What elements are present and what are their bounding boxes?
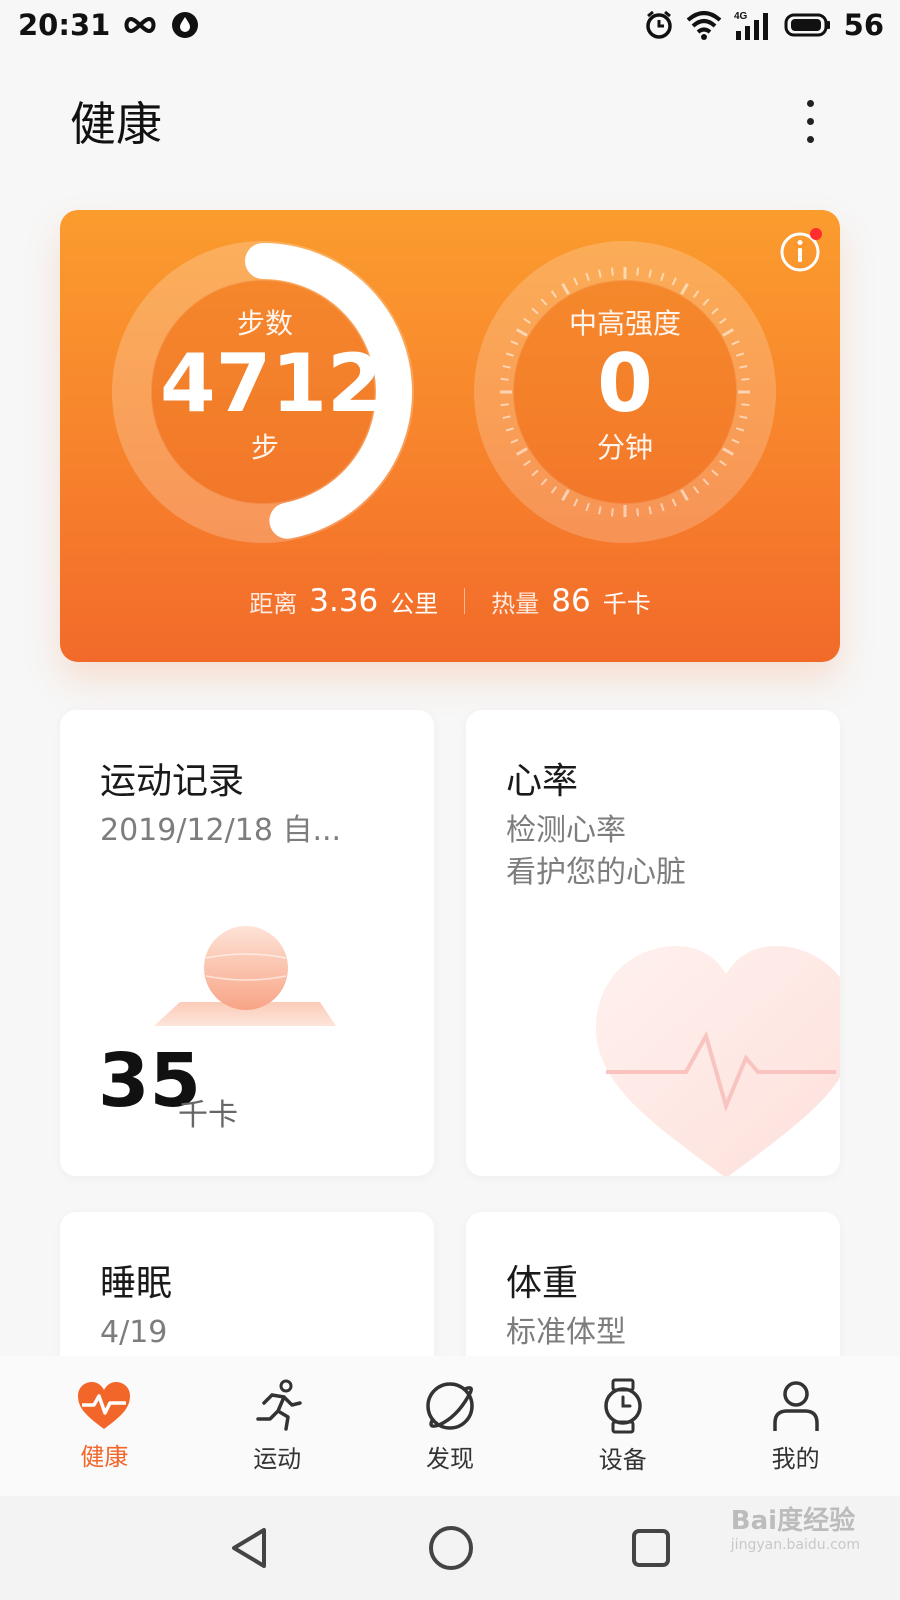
- person-icon: [772, 1380, 819, 1431]
- heart-rate-line-2: 看护您的心脏: [506, 855, 686, 890]
- calories-unit: 千卡: [602, 589, 651, 618]
- footer-divider: [464, 588, 466, 614]
- distance-value: 3.36: [309, 583, 379, 619]
- tab-health[interactable]: 健康: [29, 1381, 179, 1472]
- notification-dot: [810, 228, 822, 240]
- weight-title: 体重: [506, 1263, 579, 1304]
- steps-label: 步数: [236, 307, 293, 340]
- status-bar: 20:31 4G 56: [0, 0, 900, 50]
- recents-square-icon[interactable]: [628, 1525, 674, 1571]
- tab-label: 运动: [253, 1444, 302, 1473]
- sleep-title: 睡眠: [100, 1263, 173, 1304]
- tab-label: 发现: [425, 1444, 474, 1473]
- more-options-button[interactable]: [790, 91, 830, 151]
- distance-label: 距离: [249, 589, 298, 618]
- steps-ring-text: 步数 4712 步: [160, 302, 383, 466]
- status-left: 20:31: [18, 8, 200, 42]
- home-circle-icon[interactable]: [425, 1522, 477, 1574]
- exercise-calorie-unit: 千卡: [178, 1098, 238, 1133]
- exercise-subtitle: 2019/12/18 自...: [100, 813, 342, 848]
- alarm-icon: [645, 10, 672, 39]
- calories-label: 热量: [491, 589, 540, 618]
- watermark-brand: Bai度经验: [730, 1506, 856, 1536]
- bottom-tab-bar: 健康 运动 发现 设备 我的: [0, 1356, 900, 1496]
- heart-rate-line-1: 检测心率: [506, 813, 626, 848]
- heart-pulse-icon: [78, 1381, 131, 1429]
- app-notification-icon: [172, 12, 199, 38]
- exercise-ball-illustration: [154, 926, 336, 1026]
- signal-4g-icon: 4G: [734, 11, 768, 40]
- tab-label: 我的: [771, 1444, 820, 1473]
- infinity-icon: [124, 16, 156, 34]
- watermark-url: jingyan.baidu.com: [730, 1537, 860, 1553]
- dial-tick: [610, 508, 614, 517]
- intensity-label: 中高强度: [568, 307, 681, 340]
- page-title: 健康: [70, 97, 162, 151]
- running-icon: [256, 1379, 302, 1431]
- exercise-record-card[interactable]: 运动记录 2019/12/18 自... 35 千卡: [60, 710, 434, 1176]
- heart-rate-description: 检测心率 看护您的心脏: [506, 810, 686, 894]
- heart-rate-title: 心率: [506, 761, 579, 802]
- more-dot: [806, 99, 814, 107]
- weight-subtitle: 标准体型: [506, 1315, 626, 1350]
- status-time: 20:31: [18, 8, 111, 42]
- dial-tick: [741, 377, 750, 381]
- intensity-value: 0: [597, 337, 653, 430]
- dial-tick: [610, 267, 614, 276]
- tab-devices[interactable]: 设备: [548, 1378, 698, 1475]
- app-header: 健康: [0, 78, 900, 164]
- calories-value: 86: [551, 583, 591, 619]
- activity-summary-card[interactable]: 步数 4712 步 中高强度 0 分钟 距离 3.36 公里 热量 86 千卡: [60, 210, 840, 662]
- planet-icon: [426, 1381, 474, 1430]
- battery-level: 56: [843, 8, 884, 42]
- status-right: 4G 56: [644, 8, 884, 42]
- distance-unit: 公里: [390, 589, 439, 618]
- tab-me[interactable]: 我的: [721, 1379, 871, 1474]
- more-dot: [806, 117, 814, 125]
- dial-tick: [741, 403, 750, 407]
- dial-tick: [500, 377, 509, 381]
- tab-exercise[interactable]: 运动: [202, 1379, 352, 1474]
- tab-label: 设备: [598, 1445, 647, 1474]
- dial-tick: [636, 508, 640, 517]
- exercise-title: 运动记录: [100, 761, 245, 802]
- steps-unit: 步: [250, 431, 279, 464]
- steps-value: 4712: [160, 337, 383, 430]
- heart-illustration: [596, 946, 840, 1176]
- watermark: Bai度经验 jingyan.baidu.com: [731, 1500, 860, 1553]
- heart-rate-card[interactable]: 心率 检测心率 看护您的心脏: [466, 710, 840, 1176]
- tab-discover[interactable]: 发现: [375, 1379, 525, 1474]
- sleep-subtitle: 4/19: [100, 1315, 168, 1350]
- back-triangle-icon[interactable]: [226, 1524, 274, 1572]
- dial-tick: [500, 403, 509, 407]
- battery-icon: [784, 13, 830, 37]
- watch-icon: [604, 1378, 642, 1433]
- more-dot: [806, 135, 814, 143]
- intensity-unit: 分钟: [596, 431, 653, 464]
- intensity-ring-text: 中高强度 0 分钟: [520, 302, 730, 466]
- tab-label: 健康: [80, 1442, 129, 1471]
- wifi-icon: [686, 11, 721, 40]
- dial-tick: [636, 267, 640, 276]
- svg-text:4G: 4G: [734, 11, 748, 22]
- summary-footer: 距离 3.36 公里 热量 86 千卡: [60, 576, 840, 626]
